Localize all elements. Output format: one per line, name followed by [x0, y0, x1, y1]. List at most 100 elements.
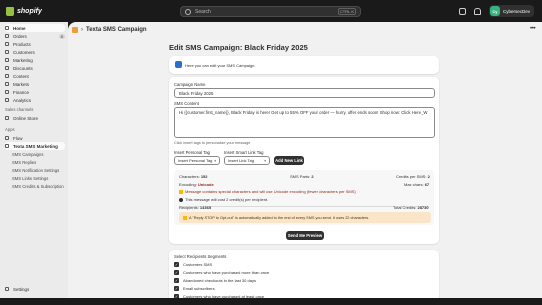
- segment-checkbox[interactable]: ✓ Email subscribers: [174, 286, 215, 291]
- stat-label: Total Credits:: [393, 205, 417, 210]
- checkbox-checked-icon: ✓: [174, 278, 179, 283]
- info-banner: Here you can edit your SMS Campaign.: [169, 56, 439, 74]
- sidebar-item-label: Orders: [13, 33, 27, 39]
- max-chars-stat: Max chars: 67: [404, 182, 429, 187]
- stat-label: Max chars:: [404, 182, 424, 187]
- stat-value: 28730: [417, 205, 429, 210]
- personal-tag-value: Insert Personal Tag: [178, 158, 213, 163]
- sidebar-item-label: SMS Notification Settings: [12, 167, 60, 173]
- store-menu-button[interactable]: Cy CybersecDev: [488, 5, 534, 17]
- shopify-bag-icon: [6, 7, 14, 16]
- sidekick-icon[interactable]: [458, 7, 466, 15]
- sidebar-subitem-credits[interactable]: SMS Credits & Subscription: [12, 182, 65, 190]
- segment-label: Abandoned checkouts in the last 30 days: [183, 278, 256, 283]
- sidebar-item-flow[interactable]: Flow: [5, 134, 65, 142]
- checkbox-checked-icon: ✓: [174, 270, 179, 275]
- info-text: Here you can edit your SMS Campaign.: [185, 63, 256, 68]
- top-right-controls: Cy CybersecDev: [458, 5, 534, 17]
- link-tag-select[interactable]: Insert Link Tag ▾: [224, 156, 270, 165]
- sidebar-item-customers[interactable]: Customers: [5, 48, 65, 56]
- stat-label: Credits per SMS:: [396, 174, 427, 179]
- campaign-name-field[interactable]: Black Friday 2025: [174, 88, 435, 98]
- stat-value: 2: [427, 174, 430, 179]
- app-title-bar: › Texta SMS Campaign: [72, 24, 147, 35]
- sidebar-item-analytics[interactable]: Analytics: [5, 96, 65, 104]
- sidebar-item-marketing[interactable]: Marketing: [5, 56, 65, 64]
- checkbox-checked-icon: ✓: [174, 262, 179, 267]
- products-icon: [5, 42, 9, 46]
- sidebar-item-label: Products: [13, 41, 31, 47]
- search-icon: [185, 8, 191, 15]
- sidebar-subitem-sms-replies[interactable]: SMS Replies: [12, 158, 65, 166]
- sidebar-item-home[interactable]: Home: [5, 24, 65, 32]
- orders-badge: 0: [58, 33, 65, 39]
- sidebar-item-settings[interactable]: Settings: [5, 285, 65, 293]
- cost-note-text: This message will cost 2 credit(s) per r…: [185, 197, 269, 202]
- personal-tag-label: Insert Personal Tag: [174, 150, 211, 155]
- sidebar-item-content[interactable]: Content: [5, 72, 65, 80]
- sidebar-subitem-links-settings[interactable]: SMS Links Settings: [12, 174, 65, 182]
- characters-stat: Characters: 152: [179, 174, 208, 179]
- orders-icon: [5, 34, 9, 38]
- sidebar-item-label: SMS Replies: [12, 159, 37, 165]
- sidebar-item-label: Finance: [13, 89, 30, 95]
- brand-name: shopify: [17, 8, 42, 15]
- send-preview-button[interactable]: Send Me Preview: [286, 231, 324, 240]
- sidebar-item-products[interactable]: Products: [5, 40, 65, 48]
- stat-label: Characters:: [179, 174, 200, 179]
- personal-tag-select[interactable]: Insert Personal Tag ▾: [174, 156, 220, 165]
- sms-content-textarea[interactable]: Hi {{customer.first_name}}, Black Friday…: [174, 107, 435, 138]
- home-icon: [5, 26, 9, 30]
- segment-checkbox[interactable]: ✓ Customers SMS: [174, 262, 212, 267]
- segment-label: Email subscribers: [183, 286, 215, 291]
- sms-content-label: SMS Content: [174, 101, 199, 106]
- app-icon: [5, 144, 9, 148]
- stat-label: SMS Parts:: [290, 174, 311, 179]
- sidebar-item-finance[interactable]: Finance: [5, 88, 65, 96]
- sales-channels-heading[interactable]: Sales channels: [5, 107, 33, 112]
- search-input[interactable]: Search CTRL K: [180, 6, 361, 17]
- markets-icon: [5, 82, 9, 86]
- content-hint: Click insert tags to personalize your me…: [174, 141, 251, 145]
- check-icon: [179, 197, 183, 202]
- sidebar-item-online-store[interactable]: Online Store: [5, 114, 65, 122]
- checkbox-checked-icon: ✓: [174, 286, 179, 291]
- recipients-stat: Recipients: 14365: [179, 205, 211, 210]
- segment-label: Customers SMS: [183, 262, 213, 267]
- sidebar-item-texta-sms[interactable]: Texta SMS Marketing: [5, 142, 65, 150]
- sidebar-subitem-sms-campaigns[interactable]: SMS Campaigns: [12, 150, 65, 158]
- bottom-bar: [0, 298, 542, 305]
- credits-per-sms-stat: Credits per SMS: 2: [396, 174, 430, 179]
- sidebar-item-discounts[interactable]: Discounts: [5, 64, 65, 72]
- warning-icon: [179, 189, 183, 194]
- stat-value: 152: [200, 174, 208, 179]
- sidebar-item-label: SMS Credits & Subscription: [12, 183, 64, 189]
- stat-value: Unicode: [197, 182, 214, 187]
- content-icon: [5, 74, 9, 78]
- more-actions-icon[interactable]: • • •: [530, 26, 536, 32]
- gear-icon: [5, 287, 9, 291]
- shopify-logo[interactable]: shopify: [6, 6, 42, 17]
- bell-icon[interactable]: [473, 7, 481, 15]
- segment-checkbox[interactable]: ✓ Customers who have purchased more than …: [174, 270, 269, 275]
- segments-label: Select Recipients Segments: [174, 254, 227, 259]
- unicode-warning: Message contains special characters and …: [179, 189, 356, 194]
- sidebar-item-label: Discounts: [13, 65, 33, 71]
- apps-heading[interactable]: Apps: [5, 127, 15, 132]
- sidebar-item-label: Settings: [13, 286, 30, 292]
- search-shortcut: CTRL K: [337, 8, 356, 15]
- sidebar-subitem-notification-settings[interactable]: SMS Notification Settings: [12, 166, 65, 174]
- finance-icon: [5, 90, 9, 94]
- marketing-icon: [5, 58, 9, 62]
- sidebar-item-orders[interactable]: Orders 0: [5, 32, 65, 40]
- sidebar-item-label: SMS Campaigns: [12, 151, 44, 157]
- add-new-link-button[interactable]: Add New Link: [274, 156, 304, 165]
- cost-note: This message will cost 2 credit(s) per r…: [179, 197, 268, 202]
- stat-value: 14365: [199, 205, 212, 210]
- segment-checkbox[interactable]: ✓ Abandoned checkouts in the last 30 days: [174, 278, 256, 283]
- stop-note-text: A "Reply STOP to Opt-out" is automatical…: [189, 215, 370, 220]
- sms-parts-stat: SMS Parts: 2: [290, 174, 314, 179]
- campaign-name-label: Campaign Name: [174, 82, 206, 87]
- sidebar-item-markets[interactable]: Markets: [5, 80, 65, 88]
- warning-text: Message contains special characters and …: [185, 189, 356, 194]
